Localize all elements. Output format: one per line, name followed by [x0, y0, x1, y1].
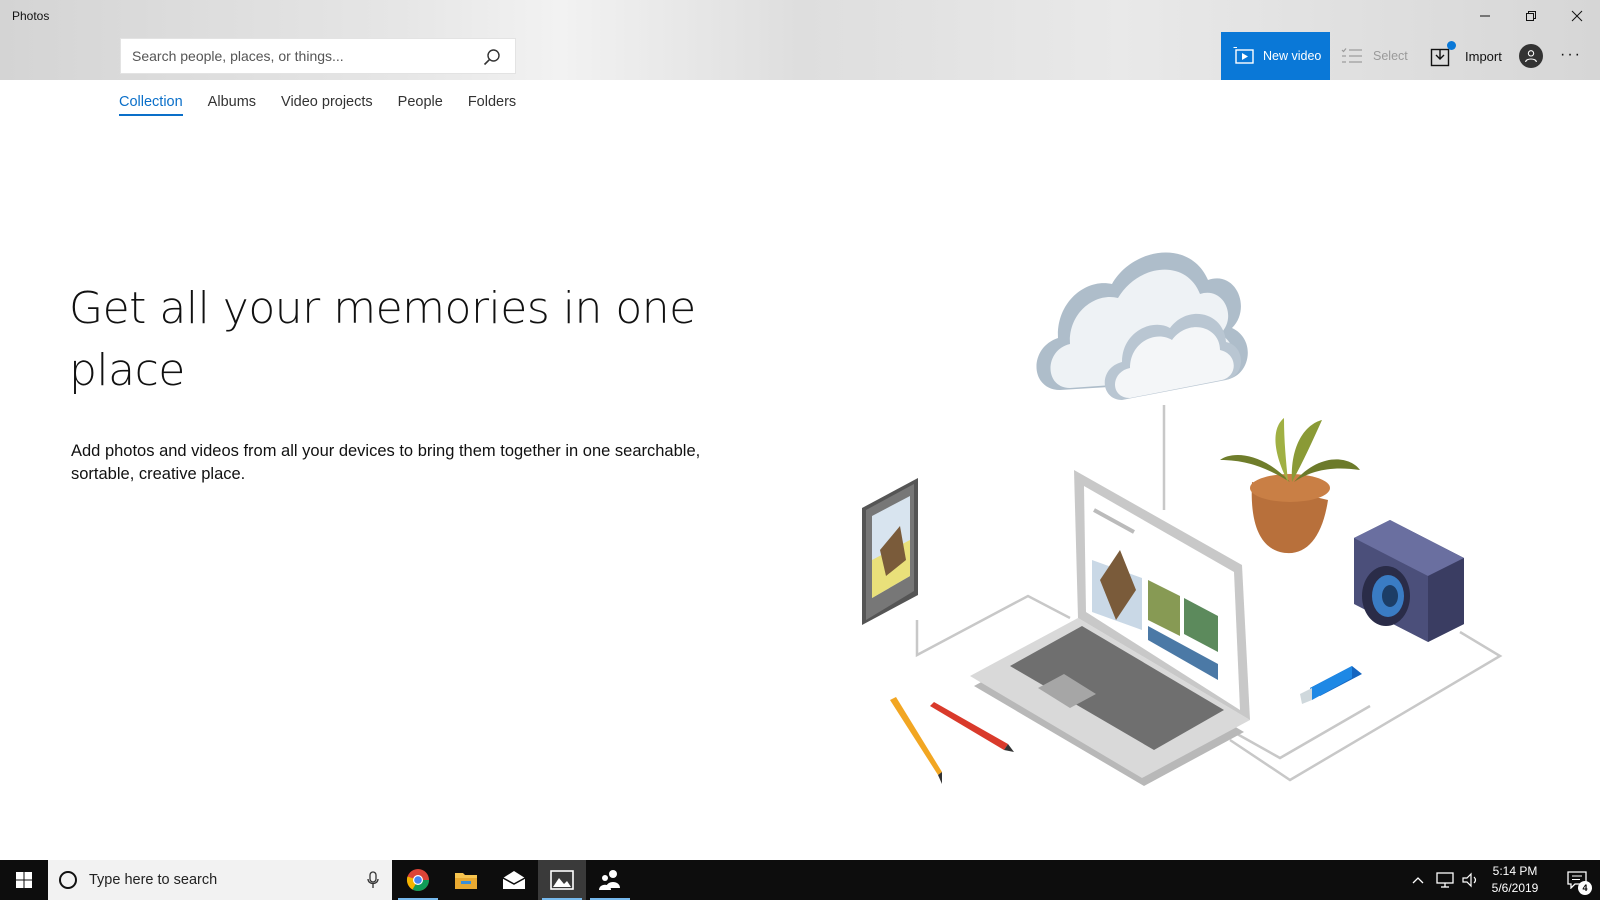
user-icon	[1525, 50, 1537, 63]
taskbar-app-photos[interactable]	[538, 860, 586, 900]
chrome-icon	[406, 869, 429, 891]
select-label: Select	[1373, 49, 1408, 63]
taskbar-clock[interactable]: 5:14 PM 5/6/2019	[1486, 863, 1544, 897]
tab-folders[interactable]: Folders	[468, 94, 516, 116]
account-avatar[interactable]	[1519, 44, 1543, 68]
action-center-button[interactable]: 4	[1554, 860, 1600, 900]
notification-count-badge: 4	[1578, 881, 1592, 895]
pen-icon	[930, 702, 1014, 752]
app-title: Photos	[12, 9, 50, 23]
clock-time: 5:14 PM	[1492, 864, 1538, 878]
taskbar-app-mail[interactable]	[490, 860, 538, 900]
laptop-icon	[970, 470, 1250, 786]
tab-albums[interactable]: Albums	[208, 94, 256, 116]
tablet-icon	[862, 478, 918, 625]
tab-collection[interactable]: Collection	[119, 94, 183, 116]
volume-icon[interactable]	[1462, 872, 1480, 888]
taskbar-search-placeholder: Type here to search	[89, 872, 218, 888]
search-icon[interactable]	[483, 48, 501, 66]
taskbar-search-box[interactable]: Type here to search	[48, 860, 392, 900]
search-box	[120, 38, 516, 74]
minimize-icon	[1480, 15, 1490, 17]
clock-date: 5/6/2019	[1491, 881, 1539, 895]
photos-icon	[550, 870, 574, 890]
restore-button[interactable]	[1508, 0, 1554, 32]
file-explorer-icon	[455, 873, 477, 889]
minimize-button[interactable]	[1462, 0, 1508, 32]
taskbar-app-chrome[interactable]	[394, 860, 442, 900]
video-icon	[1233, 47, 1254, 64]
pivot-tabs: Collection Albums Video projects People …	[119, 94, 541, 116]
taskbar-app-file-explorer[interactable]	[442, 860, 490, 900]
windows-icon	[16, 872, 32, 888]
select-list-icon	[1341, 48, 1362, 63]
cortana-icon	[59, 871, 77, 889]
start-button[interactable]	[0, 860, 48, 900]
system-tray	[1412, 860, 1480, 900]
usb-drive-icon	[1300, 666, 1362, 704]
hero-title: Get all your memories in one place	[69, 283, 696, 396]
devices-illustration	[862, 252, 1503, 786]
cloud-icon	[1036, 252, 1248, 400]
camera-icon	[1354, 520, 1464, 642]
hero-description: Add photos and videos from all your devi…	[71, 442, 701, 483]
network-icon[interactable]	[1436, 872, 1454, 888]
tab-people[interactable]: People	[398, 94, 443, 116]
mail-icon	[502, 871, 526, 889]
import-label: Import	[1465, 48, 1502, 64]
pencil-icon	[890, 697, 942, 784]
new-video-label: New video	[1263, 49, 1322, 63]
plant-icon	[1220, 418, 1360, 554]
app-header: Photos New video Select	[0, 0, 1600, 80]
import-button[interactable]: Import	[1430, 41, 1502, 70]
tab-video-projects[interactable]: Video projects	[281, 94, 373, 116]
import-icon	[1430, 41, 1456, 67]
taskbar: Type here to search 5:14 PM 5/6/2019 4	[0, 860, 1600, 900]
people-icon	[599, 870, 620, 890]
restore-icon	[1526, 11, 1536, 21]
search-input[interactable]	[121, 39, 471, 73]
close-icon	[1571, 10, 1583, 22]
select-button[interactable]: Select	[1341, 44, 1408, 68]
import-notification-dot	[1447, 41, 1456, 50]
microphone-icon[interactable]	[366, 871, 380, 889]
close-button[interactable]	[1554, 0, 1600, 32]
taskbar-app-people[interactable]	[586, 860, 634, 900]
new-video-button[interactable]: New video	[1221, 32, 1330, 80]
more-options-icon[interactable]: ···	[1560, 47, 1582, 63]
chevron-up-icon[interactable]	[1412, 876, 1424, 884]
